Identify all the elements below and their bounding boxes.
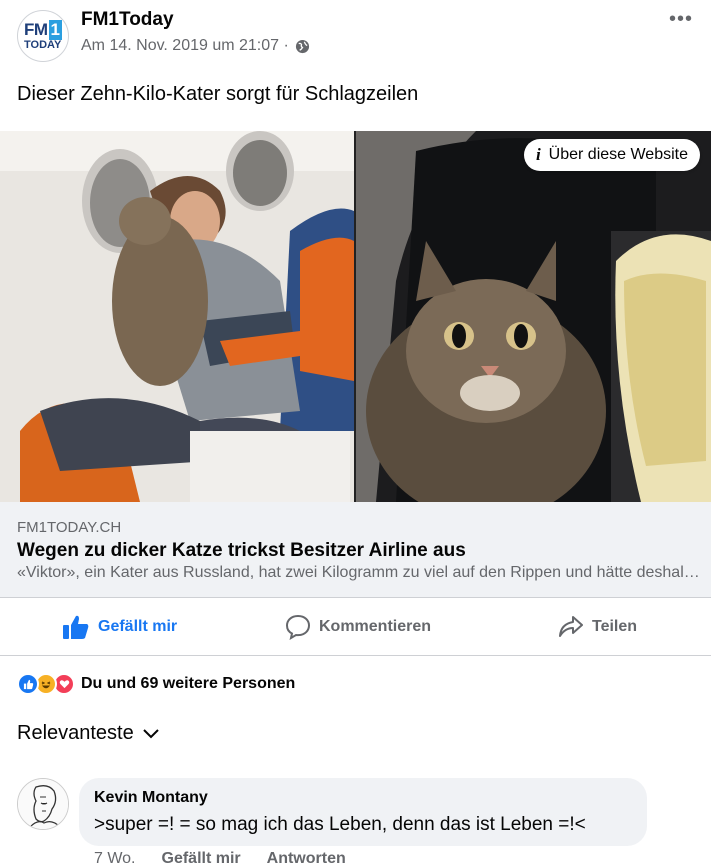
logo-fm-text: FM 1: [24, 20, 62, 40]
post-text: Dieser Zehn-Kilo-Kater sorgt für Schlagz…: [17, 83, 419, 105]
share-icon: [559, 616, 583, 637]
post-actions-bar: Gefällt mir Kommentieren Teilen: [0, 597, 711, 656]
link-domain: FM1TODAY.CH: [17, 519, 122, 536]
sketch-face-avatar: [18, 779, 68, 829]
about-website-button[interactable]: i Über diese Website: [523, 139, 700, 171]
post-header: FM 1 TODAY FM1Today Am 14. Nov. 2019 um 2…: [0, 0, 711, 72]
post-meta: Am 14. Nov. 2019 um 21:07 ·: [81, 37, 310, 55]
comment-author[interactable]: Kevin Montany: [94, 789, 208, 807]
comment-time[interactable]: 7 Wo.: [94, 850, 136, 868]
comment-button[interactable]: Kommentieren: [285, 614, 431, 640]
link-preview[interactable]: FM1TODAY.CH Wegen zu dicker Katze tricks…: [0, 502, 711, 597]
chevron-down-icon: [143, 728, 159, 738]
page-avatar[interactable]: FM 1 TODAY: [17, 10, 69, 62]
share-button[interactable]: Teilen: [558, 614, 637, 640]
about-website-label: Über diese Website: [548, 146, 688, 163]
reactions-count: Du und 69 weitere Personen: [81, 675, 296, 692]
sort-label: Relevanteste: [17, 722, 134, 744]
link-title: Wegen zu dicker Katze trickst Besitzer A…: [17, 540, 466, 561]
thumbs-up-icon: [63, 615, 89, 639]
logo-today-text: TODAY: [24, 39, 62, 51]
reactions-summary[interactable]: Du und 69 weitere Personen: [17, 673, 295, 695]
like-icon: [17, 673, 39, 695]
comment-text: >super =! = so mag ich das Leben, denn d…: [94, 814, 586, 835]
comment-label: Kommentieren: [319, 618, 432, 635]
comment-like-link[interactable]: Gefällt mir: [162, 850, 241, 868]
globe-icon: [295, 39, 309, 53]
page-name[interactable]: FM1Today: [81, 9, 174, 31]
share-label: Teilen: [592, 618, 638, 635]
post-timestamp[interactable]: Am 14. Nov. 2019 um 21:07 ·: [81, 37, 289, 55]
comment-bubble: Kevin Montany >super =! = so mag ich das…: [79, 778, 647, 846]
comment-meta: 7 Wo. Gefällt mir Antworten: [94, 850, 346, 868]
comment-icon: [285, 614, 311, 640]
post-image[interactable]: i Über diese Website: [0, 131, 711, 502]
commenter-avatar[interactable]: [17, 778, 69, 830]
like-button[interactable]: Gefällt mir: [62, 614, 177, 640]
like-label: Gefällt mir: [98, 618, 178, 635]
comment-reply-link[interactable]: Antworten: [267, 850, 346, 868]
link-description: «Viktor», ein Kater aus Russland, hat zw…: [17, 564, 702, 581]
man-holding-cat-photo: [0, 131, 354, 502]
comments-sort-dropdown[interactable]: Relevanteste: [17, 722, 160, 745]
cat-in-carrier-photo: [356, 131, 711, 502]
ellipsis-icon[interactable]: •••: [669, 8, 693, 31]
info-icon: i: [535, 145, 541, 164]
